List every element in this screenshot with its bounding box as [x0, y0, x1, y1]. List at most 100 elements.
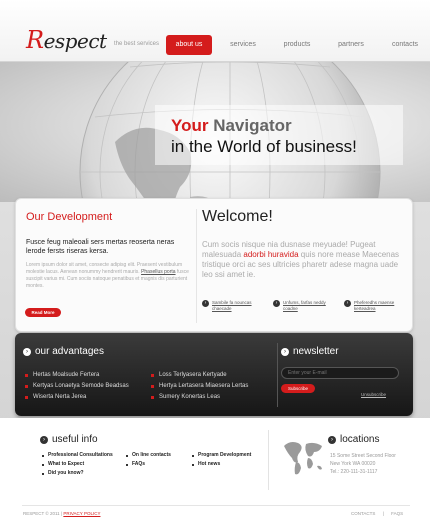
list-item[interactable]: Sumery Konertas Leas	[151, 392, 248, 403]
bullet-icon	[126, 454, 128, 457]
unsubscribe-link[interactable]: Unsubscribe	[361, 392, 386, 397]
phone-line: Tel.: 220-111-31-1117	[330, 469, 378, 475]
welcome-text: Cum socis nisque nia dusnase meyuade! Pu…	[202, 240, 408, 282]
welcome-title: Welcome!	[202, 208, 273, 225]
copyright: RESPECT © 2011 | PRIVACY POLICY	[23, 511, 100, 516]
useful-links-col2: On line contacts FAQs	[126, 451, 171, 469]
band-divider	[277, 343, 278, 407]
email-field[interactable]	[281, 367, 399, 379]
list-item[interactable]: Hertas Moalsude Fertera	[25, 370, 129, 381]
list-item-label: Hertas Moalsude Fertera	[33, 372, 100, 378]
list-item[interactable]: Program Development	[192, 451, 251, 460]
bullet-icon	[192, 463, 194, 466]
list-item-label: Sumery Konertas Leas	[159, 394, 221, 400]
hero-word-your: Your	[171, 116, 209, 135]
locations-title: locations	[340, 434, 380, 445]
list-item[interactable]: Hot news	[192, 460, 251, 469]
footer-divider	[22, 505, 410, 506]
bullet-square-icon	[25, 396, 28, 399]
list-item-label: Hot news	[198, 461, 221, 467]
tagline: the best services	[114, 41, 160, 47]
bullet-square-icon	[25, 385, 28, 388]
list-item-label: Program Development	[198, 452, 252, 458]
list-item[interactable]: What to Expect	[42, 460, 113, 469]
footer-faqs-link[interactable]: FAQS	[391, 511, 403, 516]
welcome-link-label: Pheferedhs maense kerteadrea	[354, 300, 395, 311]
footer-separator: |	[382, 511, 384, 516]
development-lead: Fusce feug maleoali sers mertas reoserta…	[26, 239, 175, 255]
development-body: Lorem ipsum dolor sit amet, consecte adi…	[26, 262, 194, 298]
list-item-label: FAQs	[132, 461, 146, 467]
nav-partners[interactable]: partners	[328, 35, 374, 55]
advantages-list-2: Loss Terlyasera Kertyade Hertya Lertaser…	[151, 370, 248, 403]
bullet-icon	[42, 454, 44, 457]
list-item[interactable]: Wiserta Nerta Jerea	[25, 392, 129, 403]
list-item[interactable]: FAQs	[126, 460, 171, 469]
chevron-right-icon: ›	[328, 435, 336, 444]
bullet-square-icon	[151, 385, 154, 388]
bullet-square-icon	[151, 396, 154, 399]
main-nav: about us services products partners cont…	[166, 35, 430, 55]
list-item[interactable]: Kertyas Lonaetya Semode Beadsas	[25, 381, 129, 392]
content-panel: Our Development Fusce feug maleoali sers…	[15, 198, 413, 332]
hero-banner: Your Navigator in the World of business!	[0, 62, 430, 202]
nav-about-us[interactable]: about us	[166, 35, 212, 55]
bullet-icon	[192, 454, 194, 457]
welcome-links: › Sambile fa nouncas chaecade › Unfums, …	[202, 300, 408, 312]
useful-info-title: useful info	[52, 434, 98, 445]
chevron-right-icon: ›	[23, 347, 31, 356]
address-block: 15 Some Street Second Floor New York WA …	[330, 452, 396, 476]
bullet-square-icon	[151, 374, 154, 377]
logo[interactable]: Respect	[26, 26, 107, 54]
chevron-right-icon: ›	[40, 435, 48, 444]
list-item[interactable]: Did you know?	[42, 469, 113, 478]
arrow-right-icon: ›	[344, 300, 351, 307]
panel-divider	[196, 209, 197, 323]
list-item-label: On line contacts	[132, 452, 171, 458]
arrow-right-icon: ›	[273, 300, 280, 307]
read-more-button[interactable]: Read More	[25, 308, 61, 317]
list-item-label: Loss Terlyasera Kertyade	[159, 372, 227, 378]
subscribe-button[interactable]: Subscribe	[281, 384, 315, 393]
advantages-title: our advantages	[35, 346, 104, 357]
list-item[interactable]: Hertya Lertasera Miaesera Lertas	[151, 381, 248, 392]
arrow-right-icon: ›	[202, 300, 209, 307]
world-map-icon	[284, 442, 322, 475]
welcome-text-highlight: adorbi huravida	[243, 250, 299, 259]
locations-heading: › locations	[328, 434, 379, 445]
copyright-text: RESPECT © 2011 |	[23, 511, 63, 516]
bullet-icon	[42, 472, 44, 475]
logo-rest: espect	[43, 29, 107, 53]
advantages-list-1: Hertas Moalsude Fertera Kertyas Lonaetya…	[25, 370, 129, 403]
footer-links: CONTACTS | FAQS	[351, 511, 409, 516]
nav-services[interactable]: services	[220, 35, 266, 55]
privacy-policy-link[interactable]: PRIVACY POLICY	[63, 511, 100, 516]
useful-links-col3: Program Development Hot news	[192, 451, 251, 469]
useful-info-heading: › useful info	[40, 434, 98, 445]
chevron-right-icon: ›	[281, 347, 289, 356]
nav-contacts[interactable]: contacts	[382, 35, 428, 55]
list-item-label: What to Expect	[48, 461, 85, 467]
welcome-link-1[interactable]: › Sambile fa nouncas chaecade	[202, 300, 266, 312]
list-item-label: Hertya Lertasera Miaesera Lertas	[159, 383, 249, 389]
bullet-icon	[126, 463, 128, 466]
nav-products[interactable]: products	[274, 35, 320, 55]
advantages-newsletter-band: › our advantages Hertas Moalsude Fertera…	[15, 333, 413, 416]
header: Respect the best services about us servi…	[0, 0, 430, 62]
footer-contacts-link[interactable]: CONTACTS	[351, 511, 375, 516]
list-item[interactable]: Loss Terlyasera Kertyade	[151, 370, 248, 381]
welcome-link-2[interactable]: › Unfums, farfas neddy coadne	[273, 300, 337, 312]
list-item[interactable]: Professional Consultations	[42, 451, 113, 460]
development-body-link[interactable]: Phasellus porta	[141, 269, 175, 275]
address-line: New York WA 00020	[330, 461, 376, 467]
hero-headline: Your Navigator in the World of business!	[155, 105, 403, 165]
bullet-square-icon	[25, 374, 28, 377]
advantages-heading: › our advantages	[23, 346, 104, 357]
list-item-label: Professional Consultations	[48, 452, 113, 458]
list-item-label: Wiserta Nerta Jerea	[33, 394, 87, 400]
welcome-link-3[interactable]: › Pheferedhs maense kerteadrea	[344, 300, 408, 312]
list-item-label: Kertyas Lonaetya Semode Beadsas	[33, 383, 129, 389]
newsletter-title: newsletter	[293, 346, 339, 357]
bullet-icon	[42, 463, 44, 466]
list-item[interactable]: On line contacts	[126, 451, 171, 460]
